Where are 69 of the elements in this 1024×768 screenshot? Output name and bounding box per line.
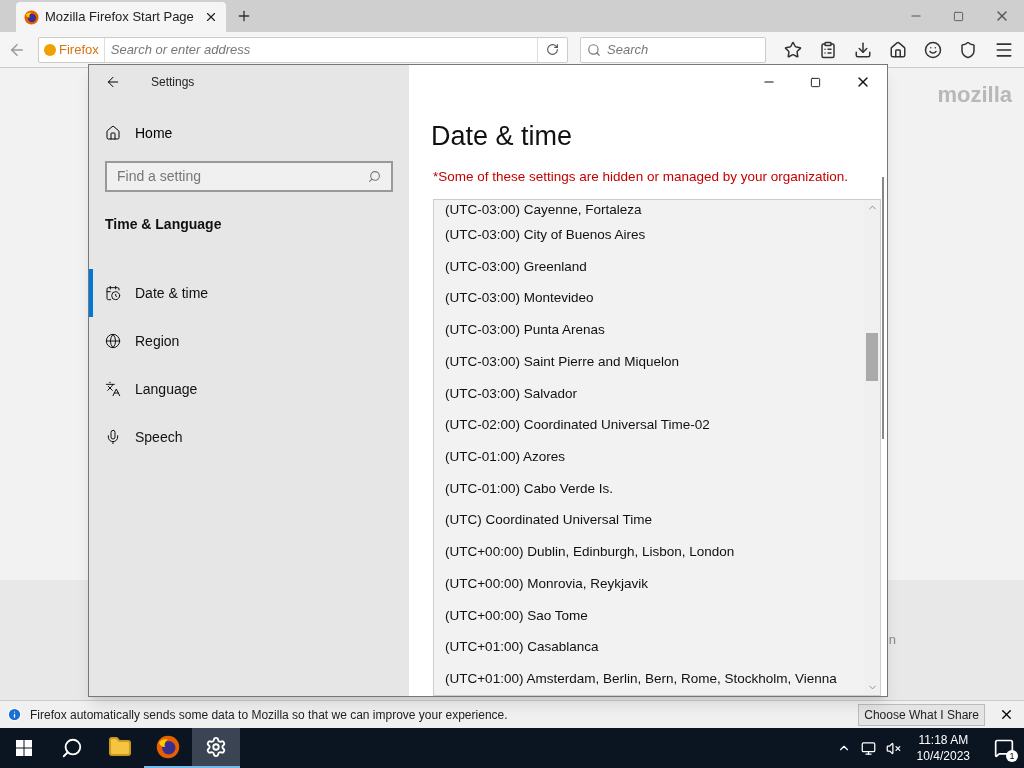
logo-text: mozilla: [937, 81, 1012, 109]
page-text: n: [888, 631, 896, 649]
timezone-option[interactable]: (UTC-03:00) Montevideo: [445, 282, 594, 315]
firefox-icon: [156, 735, 180, 759]
page-heading: Date & time: [431, 120, 573, 153]
timezone-option[interactable]: (UTC) Coordinated Universal Time: [445, 504, 653, 537]
timezone-option[interactable]: (UTC-01:00) Azores: [445, 441, 566, 473]
window-title: Settings: [151, 74, 195, 91]
calendar-clock-icon: [105, 285, 121, 301]
network-icon[interactable]: [860, 740, 876, 756]
windows-logo-icon: [16, 740, 32, 756]
search-icon: [587, 42, 601, 57]
timezone-option[interactable]: (UTC-03:00) Greenland: [445, 250, 587, 283]
clock[interactable]: 11:18 AM 10/4/2023: [910, 732, 976, 764]
language-icon: [105, 381, 121, 397]
timezone-option[interactable]: (UTC-03:00) City of Buenos Aires: [445, 219, 646, 251]
taskbar-app[interactable]: [192, 728, 240, 768]
notification-count: 1: [1006, 750, 1018, 762]
scrollbar-thumb[interactable]: [866, 333, 878, 382]
folder-icon: [108, 735, 132, 759]
timezone-option[interactable]: (UTC-02:00) Coordinated Universal Time-02: [445, 409, 710, 442]
back-icon[interactable]: [105, 74, 121, 90]
search-icon: [368, 170, 381, 183]
search-icon: [61, 737, 83, 759]
timezone-option[interactable]: (UTC-03:00) Salvador: [445, 377, 578, 410]
nav-item[interactable]: Date & time: [89, 269, 393, 317]
maximize-icon[interactable]: [810, 76, 821, 88]
timezone-option[interactable]: (UTC+01:00) Amsterdam, Berlin, Bern, Rome, Stockholm, Vienna: [445, 663, 837, 695]
scrollbar-thumb[interactable]: [882, 177, 884, 439]
timezone-option[interactable]: (UTC+00:00) Sao Tome: [445, 599, 588, 632]
timezone-option[interactable]: (UTC+00:00) Dublin, Edinburgh, Lisbon, London: [445, 536, 735, 569]
reload-icon[interactable]: [546, 43, 559, 56]
action-center-icon[interactable]: [994, 738, 1014, 758]
timezone-option[interactable]: (UTC-03:00) Cayenne, Fortaleza: [445, 201, 642, 220]
reading-list-icon[interactable]: [819, 40, 837, 59]
home-icon: [105, 125, 121, 141]
policy-notice: *Some of these settings are hidden or managed by your organization.: [433, 168, 848, 186]
info-icon: [7, 707, 22, 722]
smiley-icon[interactable]: [924, 40, 942, 59]
nav-item[interactable]: Region: [105, 317, 393, 365]
timezone-option[interactable]: (UTC+01:00) Casablanca: [445, 631, 599, 664]
bookmark-star-icon[interactable]: [784, 40, 802, 59]
firefox-icon: [24, 9, 39, 25]
section-heading: Time & Language: [105, 215, 223, 234]
nav-item[interactable]: Language: [105, 365, 393, 413]
restore-icon[interactable]: [953, 10, 964, 22]
close-icon[interactable]: [999, 707, 1014, 722]
timezone-option[interactable]: (UTC-01:00) Cabo Verde Is.: [445, 473, 614, 505]
timezone-option[interactable]: (UTC+00:00) Monrovia, Reykjavik: [445, 568, 648, 600]
settings-icon: [205, 736, 227, 758]
globe-icon: [105, 333, 121, 349]
browser-tab[interactable]: Mozilla Firefox Start Page: [16, 2, 226, 32]
address-bar[interactable]: Firefox Search or enter address: [38, 36, 568, 63]
new-tab-icon[interactable]: [236, 8, 252, 24]
download-icon[interactable]: [854, 40, 872, 59]
timezone-list[interactable]: [433, 199, 881, 696]
shield-icon[interactable]: [959, 40, 977, 59]
nav-item[interactable]: Speech: [105, 413, 393, 461]
close-icon[interactable]: [204, 10, 218, 24]
choose-share-button[interactable]: Choose What I Share: [858, 703, 985, 726]
timezone-option[interactable]: (UTC-03:00) Saint Pierre and Miquelon: [445, 346, 680, 378]
home-icon[interactable]: [889, 40, 907, 59]
muted-speaker-icon[interactable]: [885, 740, 901, 756]
nav-item[interactable]: Home: [105, 121, 393, 145]
search-field[interactable]: Search: [580, 36, 766, 63]
timezone-option[interactable]: (UTC-03:00) Punta Arenas: [445, 314, 605, 347]
microphone-icon: [105, 429, 121, 445]
notification-text: Firefox automatically sends some data to Mozilla so that we can improve your experience.: [30, 706, 509, 724]
search-field[interactable]: Find a setting: [105, 161, 393, 192]
